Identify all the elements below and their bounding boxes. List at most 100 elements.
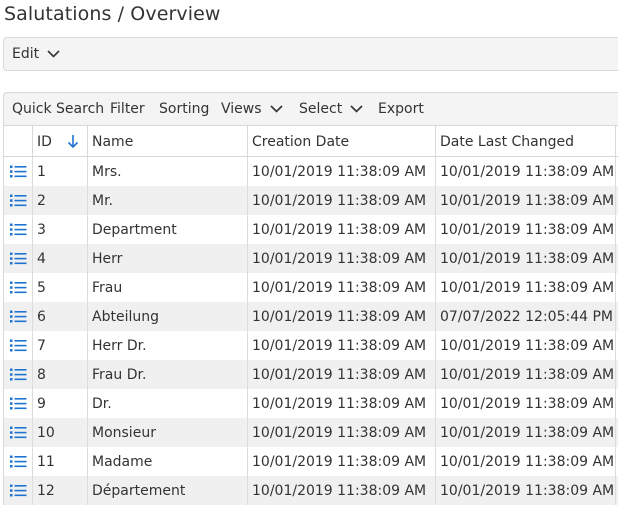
open-record-button[interactable] (4, 186, 33, 215)
export-button[interactable]: Export (378, 93, 424, 125)
list-icon (10, 484, 27, 497)
cell-date-last-changed: 10/01/2019 11:38:09 AM (436, 360, 616, 389)
cell-id: 1 (33, 157, 88, 186)
cell-date-last-changed: 10/01/2019 11:38:09 AM (436, 186, 616, 215)
cell-id: 9 (33, 389, 88, 418)
cell-date-last-changed: 10/01/2019 11:38:09 AM (436, 273, 616, 302)
table-row[interactable]: 3 Department 10/01/2019 11:38:09 AM 10/01/2… (4, 215, 618, 244)
column-header-date-last-changed[interactable]: Date Last Changed (436, 126, 616, 157)
table-row[interactable]: 8 Frau Dr. 10/01/2019 11:38:09 AM 10/01/201… (4, 360, 618, 389)
salutations-grid: ID Name Creation Date Date Last Changed … (3, 125, 618, 505)
views-label: Views (221, 101, 262, 117)
open-record-button[interactable] (4, 418, 33, 447)
list-icon (10, 339, 27, 352)
grid-header: ID Name Creation Date Date Last Changed (4, 125, 618, 157)
edit-menu-label: Edit (12, 46, 40, 62)
cell-date-last-changed: 10/01/2019 11:38:09 AM (436, 157, 616, 186)
header-icon-column (4, 126, 33, 157)
cell-creation-date: 10/01/2019 11:38:09 AM (248, 186, 436, 215)
cell-id: 8 (33, 360, 88, 389)
open-record-button[interactable] (4, 157, 33, 186)
cell-name: Frau (88, 273, 248, 302)
open-record-button[interactable] (4, 302, 33, 331)
cell-id: 7 (33, 331, 88, 360)
chevron-down-icon (269, 105, 283, 113)
cell-creation-date: 10/01/2019 11:38:09 AM (248, 302, 436, 331)
cell-creation-date: 10/01/2019 11:38:09 AM (248, 447, 436, 476)
column-header-id-label: ID (37, 133, 52, 150)
cell-name: Department (88, 215, 248, 244)
column-header-creation-date[interactable]: Creation Date (248, 126, 436, 157)
cell-id: 10 (33, 418, 88, 447)
table-row[interactable]: 2 Mr. 10/01/2019 11:38:09 AM 10/01/2019 11:… (4, 186, 618, 215)
open-record-button[interactable] (4, 273, 33, 302)
list-icon (10, 165, 27, 178)
table-row[interactable]: 10 Monsieur 10/01/2019 11:38:09 AM 10/01/20… (4, 418, 618, 447)
cell-date-last-changed: 10/01/2019 11:38:09 AM (436, 244, 616, 273)
grid-toolbar: Quick Search Filter Sorting Views Select… (3, 92, 618, 126)
table-row[interactable]: 11 Madame 10/01/2019 11:38:09 AM 10/01/2019… (4, 447, 618, 476)
cell-date-last-changed: 10/01/2019 11:38:09 AM (436, 215, 616, 244)
table-row[interactable]: 7 Herr Dr. 10/01/2019 11:38:09 AM 10/01/201… (4, 331, 618, 360)
list-icon (10, 223, 27, 236)
open-record-button[interactable] (4, 476, 33, 505)
cell-id: 11 (33, 447, 88, 476)
filter-button[interactable]: Filter (110, 93, 145, 125)
open-record-button[interactable] (4, 244, 33, 273)
table-row[interactable]: 4 Herr 10/01/2019 11:38:09 AM 10/01/2019 11… (4, 244, 618, 273)
list-icon (10, 397, 27, 410)
select-dropdown[interactable]: Select (299, 93, 363, 125)
select-label: Select (299, 101, 343, 117)
quick-search-button[interactable]: Quick Search (12, 93, 104, 125)
table-row[interactable]: 12 Département 10/01/2019 11:38:09 AM 10/01… (4, 476, 618, 505)
cell-name: Département (88, 476, 248, 505)
list-icon (10, 194, 27, 207)
table-row[interactable]: 1 Mrs. 10/01/2019 11:38:09 AM 10/01/2019 11… (4, 157, 618, 186)
list-icon (10, 455, 27, 468)
cell-creation-date: 10/01/2019 11:38:09 AM (248, 331, 436, 360)
cell-creation-date: 10/01/2019 11:38:09 AM (248, 244, 436, 273)
cell-creation-date: 10/01/2019 11:38:09 AM (248, 360, 436, 389)
cell-id: 4 (33, 244, 88, 273)
column-header-id[interactable]: ID (33, 126, 88, 157)
sorting-button[interactable]: Sorting (159, 93, 209, 125)
grid-body: 1 Mrs. 10/01/2019 11:38:09 AM 10/01/2019 11… (4, 157, 618, 505)
open-record-button[interactable] (4, 215, 33, 244)
chevron-down-icon (47, 50, 60, 58)
table-row[interactable]: 6 Abteilung 10/01/2019 11:38:09 AM 07/07/20… (4, 302, 618, 331)
cell-creation-date: 10/01/2019 11:38:09 AM (248, 389, 436, 418)
list-icon (10, 252, 27, 265)
cell-name: Frau Dr. (88, 360, 248, 389)
cell-date-last-changed: 10/01/2019 11:38:09 AM (436, 447, 616, 476)
cell-id: 6 (33, 302, 88, 331)
table-row[interactable]: 5 Frau 10/01/2019 11:38:09 AM 10/01/2019 11… (4, 273, 618, 302)
open-record-button[interactable] (4, 389, 33, 418)
list-icon (10, 310, 27, 323)
cell-id: 2 (33, 186, 88, 215)
cell-id: 5 (33, 273, 88, 302)
page-title: Salutations / Overview (4, 3, 221, 25)
cell-creation-date: 10/01/2019 11:38:09 AM (248, 273, 436, 302)
cell-date-last-changed: 07/07/2022 12:05:44 PM (436, 302, 616, 331)
cell-date-last-changed: 10/01/2019 11:38:09 AM (436, 418, 616, 447)
cell-name: Abteilung (88, 302, 248, 331)
column-header-name[interactable]: Name (88, 126, 248, 157)
edit-menu-button[interactable]: Edit (12, 38, 60, 70)
cell-date-last-changed: 10/01/2019 11:38:09 AM (436, 476, 616, 505)
cell-name: Monsieur (88, 418, 248, 447)
views-dropdown[interactable]: Views (221, 93, 283, 125)
cell-name: Mrs. (88, 157, 248, 186)
open-record-button[interactable] (4, 447, 33, 476)
open-record-button[interactable] (4, 360, 33, 389)
open-record-button[interactable] (4, 331, 33, 360)
cell-id: 3 (33, 215, 88, 244)
list-icon (10, 426, 27, 439)
cell-date-last-changed: 10/01/2019 11:38:09 AM (436, 331, 616, 360)
cell-name: Herr Dr. (88, 331, 248, 360)
cell-creation-date: 10/01/2019 11:38:09 AM (248, 157, 436, 186)
list-icon (10, 281, 27, 294)
arrow-down-icon[interactable] (67, 134, 79, 149)
table-row[interactable]: 9 Dr. 10/01/2019 11:38:09 AM 10/01/2019 11:… (4, 389, 618, 418)
cell-name: Mr. (88, 186, 248, 215)
edit-menu-bar: Edit (3, 37, 618, 71)
